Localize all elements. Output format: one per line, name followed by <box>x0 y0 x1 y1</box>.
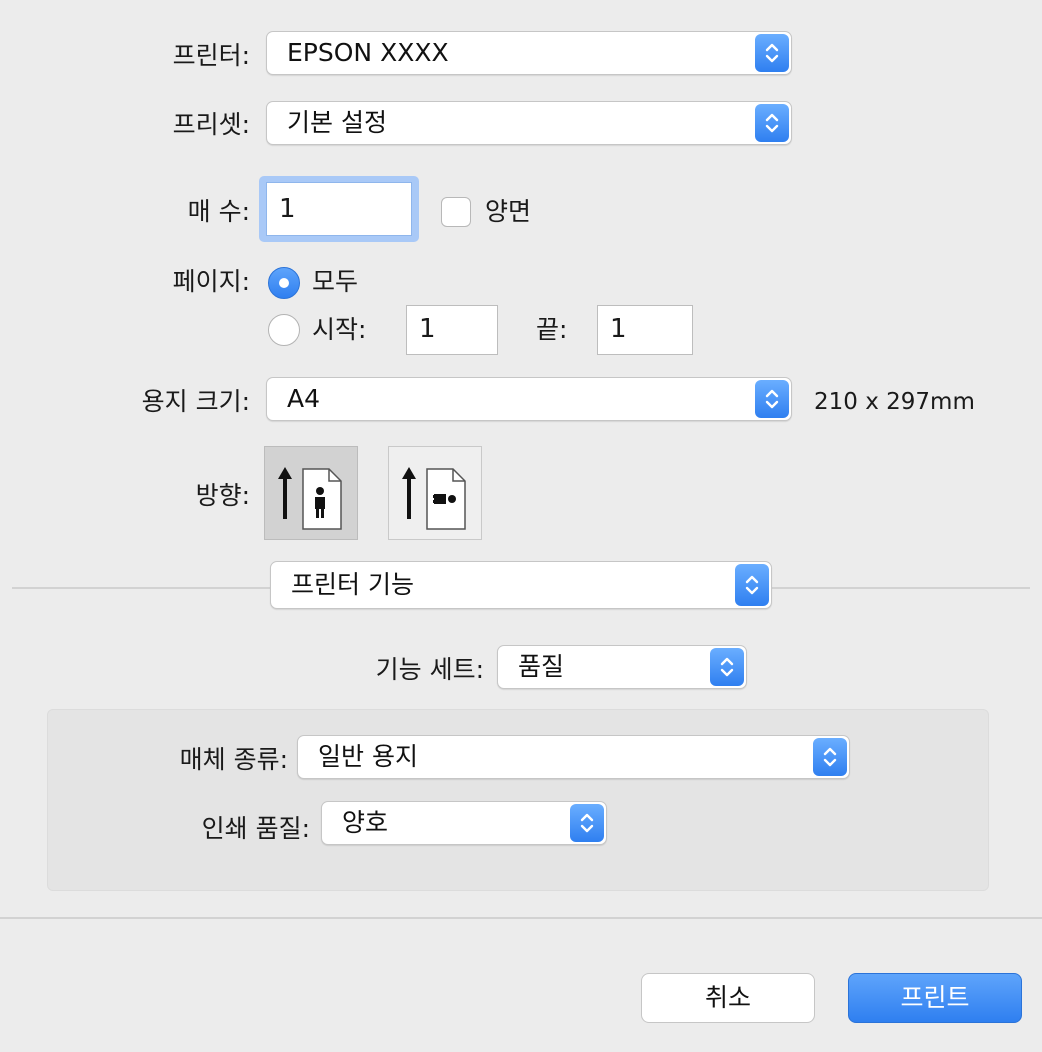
pages-from-input[interactable]: 1 <box>406 305 498 355</box>
orientation-portrait-button[interactable] <box>264 446 358 540</box>
paper-size-label: 용지 크기: <box>141 387 250 416</box>
chevron-updown-icon <box>570 804 604 842</box>
pages-label: 페이지: <box>172 267 250 296</box>
section-separator-left <box>12 587 270 589</box>
paper-size-value: A4 <box>287 384 321 413</box>
pages-all-label: 모두 <box>312 267 359 296</box>
paper-size-popup[interactable]: A4 <box>266 377 792 421</box>
feature-set-label: 기능 세트: <box>375 655 484 684</box>
pages-to-input[interactable]: 1 <box>597 305 693 355</box>
chevron-updown-icon <box>755 34 789 72</box>
footer-separator <box>0 917 1042 919</box>
chevron-updown-icon <box>813 738 847 776</box>
portrait-icon <box>278 467 342 530</box>
feature-set-value: 품질 <box>518 652 565 681</box>
media-type-popup[interactable]: 일반 용지 <box>297 735 850 779</box>
pages-range-label: 시작: <box>312 315 367 344</box>
section-popup[interactable]: 프린터 기능 <box>270 561 772 609</box>
orientation-label: 방향: <box>195 481 250 510</box>
print-quality-value: 양호 <box>342 808 389 837</box>
pages-all-radio[interactable] <box>268 267 300 299</box>
pages-to-label: 끝: <box>536 315 568 344</box>
chevron-updown-icon <box>735 564 769 606</box>
print-quality-label: 인쇄 품질: <box>201 814 310 843</box>
chevron-updown-icon <box>755 380 789 418</box>
print-button[interactable]: 프린트 <box>848 973 1022 1023</box>
chevron-updown-icon <box>710 648 744 686</box>
preset-label: 프리셋: <box>172 110 250 139</box>
landscape-icon <box>402 467 466 530</box>
paper-dimensions: 210 x 297mm <box>814 389 975 415</box>
cancel-button[interactable]: 취소 <box>641 973 815 1023</box>
orientation-landscape-button[interactable] <box>388 446 482 540</box>
print-quality-popup[interactable]: 양호 <box>321 801 607 845</box>
printer-value: EPSON XXXX <box>287 38 449 67</box>
printer-popup[interactable]: EPSON XXXX <box>266 31 792 75</box>
section-value: 프린터 기능 <box>291 570 414 599</box>
media-type-value: 일반 용지 <box>318 742 418 771</box>
section-separator-right <box>772 587 1030 589</box>
duplex-checkbox[interactable] <box>441 197 471 227</box>
feature-set-popup[interactable]: 품질 <box>497 645 747 689</box>
chevron-updown-icon <box>755 104 789 142</box>
printer-label: 프린터: <box>172 41 250 70</box>
pages-range-radio[interactable] <box>268 314 300 346</box>
media-type-label: 매체 종류: <box>179 745 288 774</box>
copies-input[interactable]: 1 <box>266 182 412 236</box>
duplex-label: 양면 <box>485 197 532 226</box>
preset-popup[interactable]: 기본 설정 <box>266 101 792 145</box>
preset-value: 기본 설정 <box>287 108 387 137</box>
copies-label: 매 수: <box>187 197 250 226</box>
